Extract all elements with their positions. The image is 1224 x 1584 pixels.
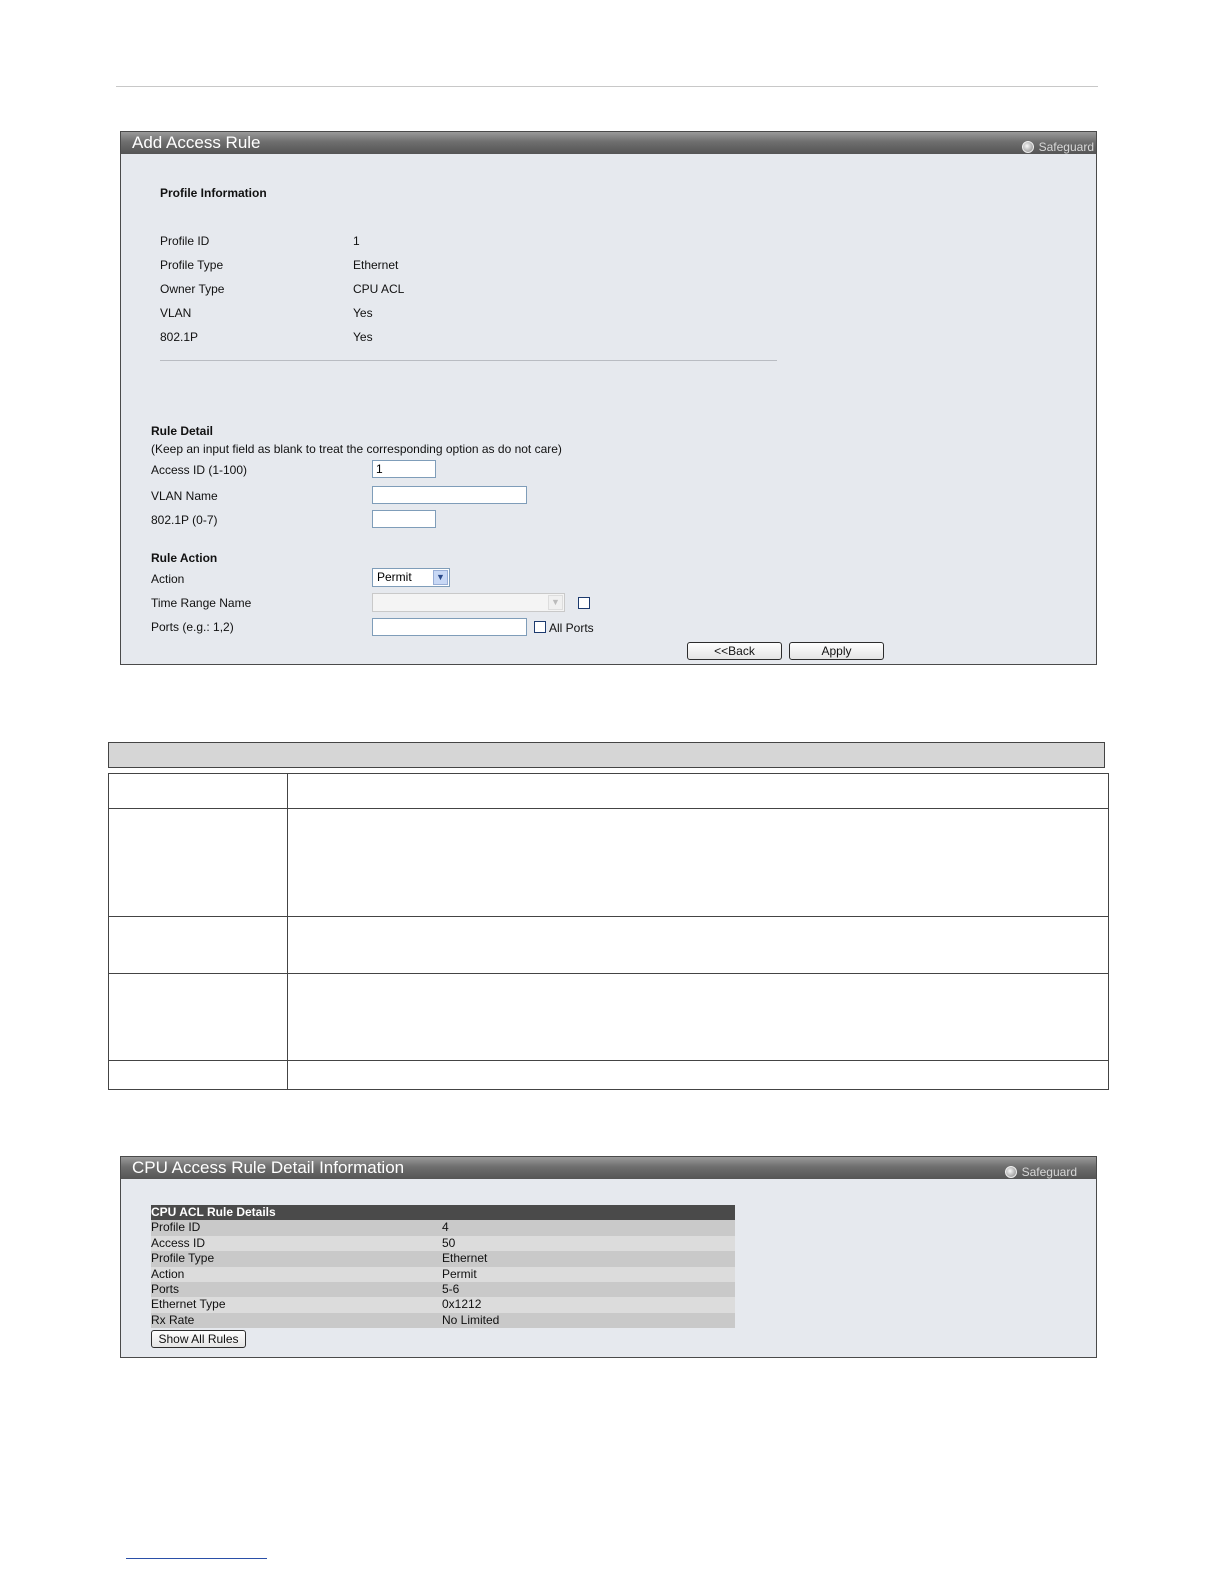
- safeguard-icon: [1021, 141, 1034, 153]
- panel-title: Add Access Rule: [132, 133, 261, 152]
- row-key: Ethernet Type: [151, 1297, 226, 1312]
- vlan-name-label: VLAN Name: [151, 489, 218, 503]
- profile-separator: [160, 360, 777, 361]
- time-range-select[interactable]: ▼: [372, 593, 565, 612]
- rule-details-table-heading: CPU ACL Rule Details: [151, 1205, 735, 1221]
- description-table-header: [108, 742, 1105, 768]
- row-value: 5-6: [442, 1282, 460, 1296]
- row-key: Action: [151, 1266, 185, 1281]
- row-key: Access ID: [151, 1235, 206, 1250]
- all-ports-label: All Ports: [549, 621, 594, 635]
- row-value: No Limited: [442, 1312, 500, 1327]
- action-select-value: Permit: [377, 570, 412, 584]
- table-row: Ports 5-6: [151, 1282, 735, 1298]
- panel-title: CPU Access Rule Detail Information: [132, 1158, 405, 1177]
- safeguard-indicator[interactable]: Safeguard: [1004, 1161, 1077, 1183]
- table-row: Access ID 50: [151, 1235, 735, 1252]
- table-row: Action Permit: [151, 1266, 735, 1282]
- access-id-label: Access ID (1-100): [151, 463, 248, 477]
- row-value: Permit: [442, 1266, 477, 1281]
- rule-detail-note: (Keep an input field as blank to treat t…: [151, 442, 562, 456]
- table-row: [108, 916, 1109, 974]
- action-select[interactable]: Permit ▼: [372, 568, 450, 587]
- row-value: 4: [442, 1220, 449, 1235]
- panel-title-bar: Add Access Rule Safeguard: [121, 132, 1096, 154]
- ports-label: Ports (e.g.: 1,2): [151, 620, 234, 634]
- table-row: Ethernet Type 0x1212: [151, 1297, 735, 1313]
- access-id-input[interactable]: 1: [372, 460, 436, 478]
- row-value: 0x1212: [442, 1297, 482, 1312]
- table-row: [108, 808, 1109, 917]
- owner-type-value: CPU ACL: [353, 282, 405, 296]
- ports-input[interactable]: [372, 618, 527, 636]
- time-range-name-label: Time Range Name: [151, 596, 252, 610]
- row-key: Profile Type: [151, 1251, 215, 1266]
- profile-type-value: Ethernet: [353, 258, 399, 272]
- table-row: Profile Type Ethernet: [151, 1251, 735, 1267]
- table-row: Rx Rate No Limited: [151, 1312, 735, 1329]
- back-button[interactable]: <<Back: [687, 642, 782, 660]
- row-value: 50: [442, 1235, 456, 1250]
- rule-detail-heading: Rule Detail: [151, 424, 214, 438]
- chevron-down-icon: ▼: [548, 595, 563, 610]
- vlan-label: VLAN: [160, 306, 192, 320]
- row-key: Ports: [151, 1282, 180, 1296]
- row-value: Ethernet: [442, 1251, 488, 1266]
- safeguard-label: Safeguard: [1021, 1165, 1077, 1179]
- safeguard-label: Safeguard: [1038, 140, 1094, 154]
- profile-id-value: 1: [353, 234, 360, 248]
- rule-details-heading-text: CPU ACL Rule Details: [151, 1205, 276, 1219]
- footer-link-underline: [126, 1558, 267, 1559]
- dot1p-value: Yes: [353, 330, 373, 344]
- dot1p-priority-label: 802.1P (0-7): [151, 513, 218, 527]
- vlan-name-input[interactable]: [372, 486, 527, 504]
- table-row: [108, 973, 1109, 1061]
- all-ports-checkbox[interactable]: [534, 621, 546, 633]
- row-key: Profile ID: [151, 1220, 201, 1235]
- profile-id-label: Profile ID: [160, 234, 210, 248]
- apply-button[interactable]: Apply: [789, 642, 884, 660]
- row-key: Rx Rate: [151, 1312, 195, 1327]
- chevron-down-icon: ▼: [433, 570, 448, 585]
- description-table: [108, 773, 1109, 1090]
- panel-title-bar: CPU Access Rule Detail Information Safeg…: [121, 1157, 1096, 1179]
- vlan-value: Yes: [353, 306, 373, 320]
- safeguard-indicator[interactable]: Safeguard: [1021, 136, 1094, 158]
- table-row: Profile ID 4: [151, 1220, 735, 1236]
- rule-action-heading: Rule Action: [151, 551, 218, 565]
- dot1p-label: 802.1P: [160, 330, 199, 344]
- action-label: Action: [151, 572, 185, 586]
- add-access-rule-panel: Add Access Rule Safeguard Profile Inform…: [120, 131, 1097, 665]
- safeguard-icon: [1004, 1166, 1017, 1178]
- time-range-checkbox[interactable]: [578, 597, 590, 609]
- table-row: [108, 773, 1109, 809]
- profile-type-label: Profile Type: [160, 258, 224, 272]
- profile-information-heading: Profile Information: [160, 186, 267, 200]
- page-top-rule: [116, 86, 1098, 87]
- owner-type-label: Owner Type: [160, 282, 225, 296]
- dot1p-priority-input[interactable]: [372, 510, 436, 528]
- table-row: [108, 1060, 1109, 1090]
- show-all-rules-button[interactable]: Show All Rules: [151, 1330, 246, 1348]
